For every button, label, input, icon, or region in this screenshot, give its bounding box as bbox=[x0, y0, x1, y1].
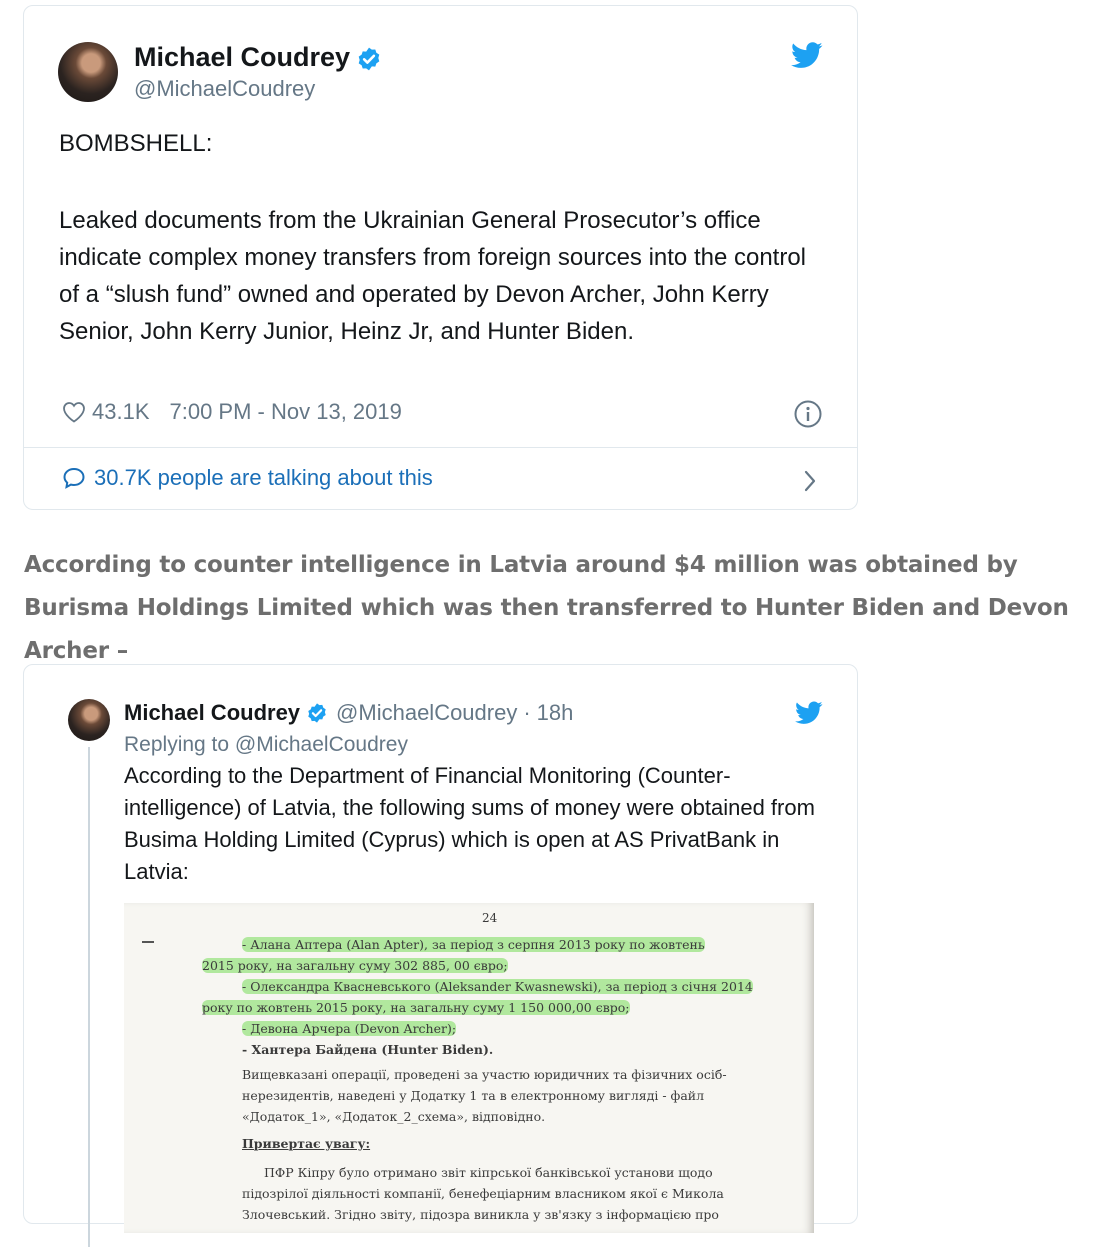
tweet-header: Michael Coudrey @MichaelCoudrey · 18h bbox=[124, 700, 573, 726]
twitter-bird-icon[interactable] bbox=[791, 42, 823, 69]
doc-line: 2015 року, на загальну суму 302 885, 00 … bbox=[202, 958, 508, 973]
avatar[interactable] bbox=[68, 699, 110, 741]
article-paragraph: According to counter intelligence in Lat… bbox=[24, 552, 1069, 664]
tweet-text-headline: BOMBSHELL: bbox=[59, 130, 213, 157]
info-icon[interactable] bbox=[793, 399, 823, 429]
doc-line: підозрілої діяльності компанії, бенефеці… bbox=[242, 1186, 724, 1201]
doc-line: - Алана Аптера (Alan Apter), за період з… bbox=[242, 937, 705, 952]
doc-line: ПФР Кіпру було отримано звіт кіпрської б… bbox=[264, 1165, 713, 1180]
author-name[interactable]: Michael Coudrey bbox=[124, 700, 300, 726]
verified-badge-icon bbox=[308, 703, 326, 723]
doc-line: «Додаток_1», «Додаток_2_схема», відповід… bbox=[242, 1109, 546, 1124]
doc-line: - Олександра Квасневського (Aleksander K… bbox=[242, 979, 753, 994]
doc-line: нерезидентів, наведені у Додатку 1 та в … bbox=[242, 1088, 705, 1103]
thread-line bbox=[88, 747, 90, 1247]
author-name[interactable]: Michael Coudrey bbox=[134, 42, 382, 73]
heart-icon[interactable] bbox=[62, 401, 86, 423]
author-handle[interactable]: @MichaelCoudrey bbox=[134, 76, 315, 102]
verified-badge-icon bbox=[358, 47, 380, 71]
document-image[interactable]: 24 - Алана Аптера (Alan Apter), за періо… bbox=[124, 903, 814, 1233]
chevron-right-icon[interactable] bbox=[803, 469, 817, 493]
divider bbox=[24, 447, 857, 448]
doc-line: року по жовтень 2015 року, на загальну с… bbox=[202, 1000, 630, 1015]
doc-line: Привертає увагу: bbox=[242, 1136, 371, 1151]
tweet-card-reply[interactable]: Michael Coudrey @MichaelCoudrey · 18h Re… bbox=[23, 664, 858, 1247]
doc-line: Злочевський. Згідно звіту, підозра виник… bbox=[242, 1207, 719, 1222]
twitter-bird-icon[interactable] bbox=[795, 701, 823, 725]
doc-line: - Девона Арчера (Devon Archer); bbox=[242, 1021, 457, 1036]
replying-to[interactable]: Replying to @MichaelCoudrey bbox=[124, 733, 408, 757]
tweet-card-main[interactable]: Michael Coudrey @MichaelCoudrey BOMBSHEL… bbox=[23, 5, 858, 510]
talking-label[interactable]: 30.7K people are talking about this bbox=[94, 465, 433, 491]
doc-line: Вищевказані операції, проведені за участ… bbox=[242, 1067, 727, 1082]
margin-mark bbox=[142, 941, 154, 943]
tweet-text-body: Leaked documents from the Ukrainian Gene… bbox=[59, 207, 807, 345]
avatar[interactable] bbox=[58, 42, 118, 102]
doc-line: - Хантера Байдена (Hunter Biden). bbox=[242, 1042, 494, 1057]
author-handle[interactable]: @MichaelCoudrey bbox=[336, 700, 517, 726]
page-number: 24 bbox=[482, 911, 498, 925]
like-count[interactable]: 43.1K bbox=[92, 399, 150, 425]
conversation-link[interactable]: 30.7K people are talking about this bbox=[62, 465, 433, 491]
tweet-meta: 43.1K 7:00 PM - Nov 13, 2019 bbox=[62, 399, 402, 425]
timestamp[interactable]: 7:00 PM - Nov 13, 2019 bbox=[170, 399, 402, 425]
tweet-text-body: According to the Department of Financial… bbox=[124, 763, 815, 884]
author-name-text[interactable]: Michael Coudrey bbox=[134, 42, 350, 72]
speech-bubble-icon bbox=[63, 467, 85, 489]
separator: · bbox=[523, 700, 531, 725]
timestamp[interactable]: 18h bbox=[537, 700, 574, 726]
